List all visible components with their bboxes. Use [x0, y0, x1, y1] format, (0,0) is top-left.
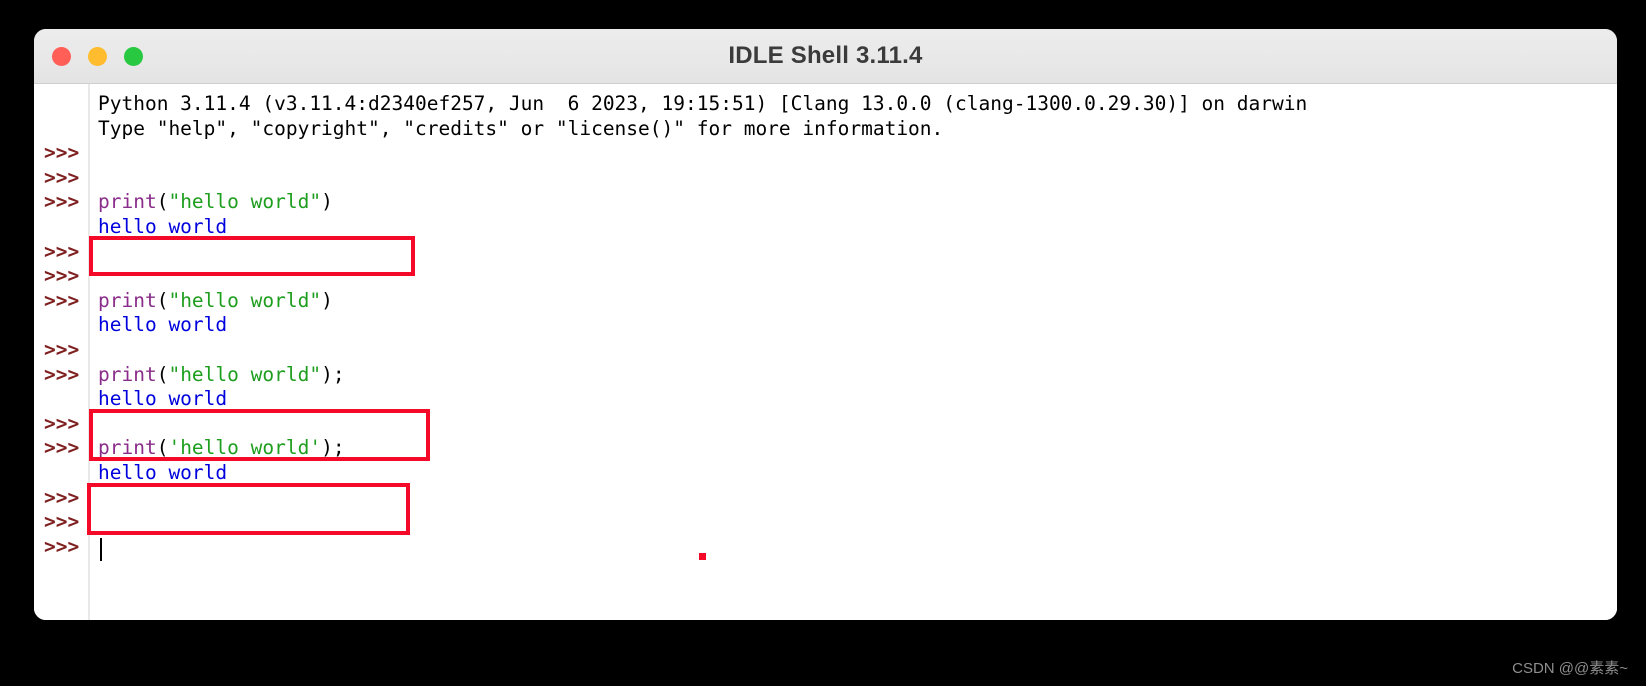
output-line: hello world — [98, 214, 227, 239]
keyword-token: print — [98, 436, 157, 460]
keyword-token: print — [98, 362, 157, 386]
code-line[interactable]: print("hello world") — [98, 189, 333, 214]
text-caret — [100, 537, 102, 561]
shell-prompt: >>> — [44, 264, 80, 288]
keyword-token: print — [98, 288, 157, 312]
code-line[interactable]: print("hello world") — [98, 288, 333, 313]
window-titlebar[interactable]: IDLE Shell 3.11.4 — [34, 29, 1617, 84]
shell-prompt: >>> — [44, 141, 80, 165]
punctuation-token: ); — [321, 436, 345, 460]
shell-prompt: >>> — [44, 411, 80, 435]
punctuation-token: ) — [321, 288, 333, 312]
shell-prompt: >>> — [44, 338, 80, 361]
keyword-token: print — [98, 190, 157, 214]
string-token: "hello world" — [168, 288, 322, 312]
string-token: 'hello world' — [168, 436, 322, 460]
csdn-watermark: CSDN @@素素~ — [1512, 660, 1628, 677]
output-text: hello world — [98, 461, 228, 484]
punctuation-token: ) — [321, 190, 333, 214]
shell-prompt: >>> — [44, 534, 80, 558]
string-token: "hello world" — [168, 190, 322, 214]
shell-prompt: >>> — [44, 165, 80, 189]
code-line[interactable]: print('hello world'); — [98, 435, 345, 460]
output-text: hello world — [98, 313, 228, 337]
shell-prompt: >>> — [44, 288, 80, 312]
shell-content-area[interactable]: Python 3.11.4 (v3.11.4:d2340ef257, Jun 6… — [34, 84, 1617, 620]
shell-prompt: >>> — [44, 485, 80, 509]
punctuation-token: ( — [156, 436, 169, 460]
punctuation-token: ( — [156, 288, 169, 312]
window-title: IDLE Shell 3.11.4 — [728, 42, 923, 69]
output-line: hello world — [98, 312, 227, 337]
shell-prompt: >>> — [44, 239, 80, 263]
shell-prompt: >>> — [44, 510, 80, 534]
punctuation-token: ); — [321, 362, 345, 386]
banner-line: Python 3.11.4 (v3.11.4:d2340ef257, Jun 6… — [98, 92, 1308, 115]
output-line: hello world — [98, 460, 227, 485]
stray-red-dot — [699, 553, 706, 560]
output-line: hello world — [98, 386, 227, 411]
idle-shell-window: IDLE Shell 3.11.4 Python 3.11.4 (v3.11.4… — [34, 29, 1617, 620]
active-input-line[interactable] — [98, 534, 102, 561]
shell-prompt: >>> — [44, 190, 80, 214]
shell-text-area[interactable]: Python 3.11.4 (v3.11.4:d2340ef257, Jun 6… — [90, 84, 1617, 620]
shell-prompt: >>> — [44, 436, 80, 460]
output-text: hello world — [98, 387, 228, 411]
punctuation-token: ( — [156, 362, 169, 386]
string-token: "hello world" — [168, 362, 322, 386]
punctuation-token: ( — [156, 190, 169, 214]
banner-line: Type "help", "copyright", "credits" or "… — [98, 116, 944, 140]
output-text: hello world — [98, 215, 228, 238]
shell-prompt: >>> — [44, 362, 80, 386]
code-line[interactable]: print("hello world"); — [98, 362, 345, 387]
